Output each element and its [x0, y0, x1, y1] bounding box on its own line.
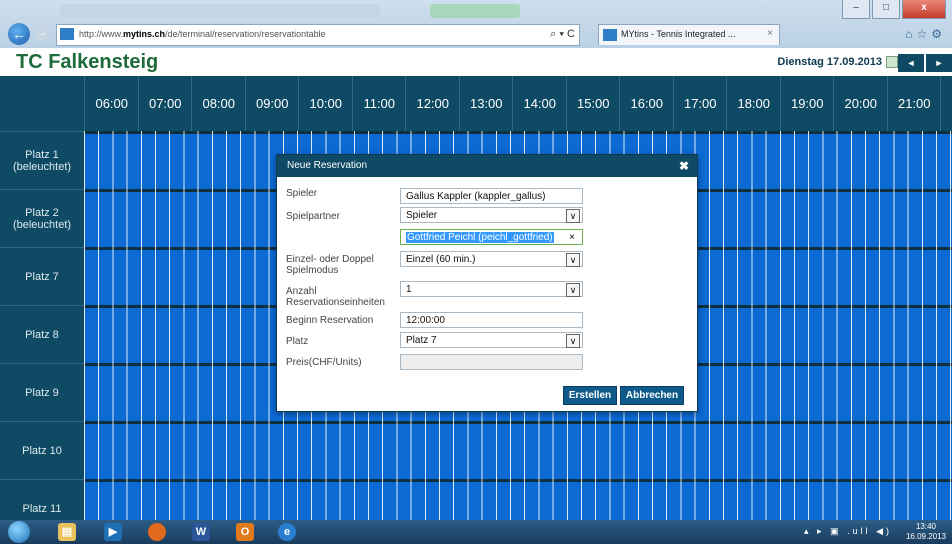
next-day-button[interactable]: ►	[926, 54, 952, 72]
internet-explorer-icon[interactable]: e	[278, 523, 296, 541]
court-row-label: Platz 9	[0, 363, 84, 422]
dialog-title: Neue Reservation	[287, 160, 368, 171]
court-row-label: Platz 10	[0, 421, 84, 480]
units-label-line1: Anzahl	[286, 286, 317, 297]
clock-date: 16.09.2013	[905, 532, 946, 541]
court-name: Platz 2	[25, 207, 59, 219]
new-reservation-dialog: Neue Reservation ✖ Spieler Gallus Kapple…	[276, 154, 698, 412]
blurred-title-area-2	[430, 4, 520, 18]
hour-header: 22:00	[940, 76, 952, 131]
hour-header: 19:00	[779, 76, 835, 131]
mode-label-line2: Spielmodus	[286, 265, 339, 276]
units-label-line2: Reservationseinheiten	[286, 297, 385, 308]
partner-label: Spielpartner	[286, 211, 340, 222]
hour-header: 17:00	[672, 76, 728, 131]
word-icon[interactable]: W	[192, 523, 210, 541]
hour-header: 18:00	[726, 76, 781, 131]
player-label: Spieler	[286, 188, 318, 199]
hour-header: 06:00	[84, 76, 139, 131]
units-label: Anzahl Reservationseinheiten	[286, 286, 385, 308]
blurred-title-area	[60, 4, 380, 18]
mode-label: Einzel- oder Doppel Spielmodus	[286, 254, 374, 276]
start-time-field[interactable]: 12:00:00	[400, 312, 583, 328]
price-field	[400, 354, 583, 370]
navigation-bar: ← → http://www.mytins.ch/de/terminal/res…	[0, 22, 952, 46]
home-favorites-settings-icons[interactable]: ⌂☆⚙	[905, 27, 946, 41]
window-controls: – □ x	[842, 0, 946, 19]
explorer-icon[interactable]: ▤	[58, 523, 76, 541]
tab-title: MYtins - Tennis Integrated ...	[621, 29, 736, 39]
hour-header: 12:00	[405, 76, 460, 131]
clear-partner-icon[interactable]: ×	[569, 230, 575, 246]
club-name: TC Falkensteig	[16, 51, 159, 73]
dialog-close-icon[interactable]: ✖	[679, 155, 689, 177]
date-navigation: ◄ ►	[898, 54, 952, 72]
site-favicon-icon	[60, 28, 74, 40]
price-label: Preis(CHF/Units)	[286, 357, 362, 368]
units-select[interactable]: 1	[400, 281, 583, 297]
mode-label-line1: Einzel- oder Doppel	[286, 254, 374, 265]
dialog-header: Neue Reservation ✖	[277, 155, 697, 177]
outlook-icon[interactable]: O	[236, 523, 254, 541]
hour-header: 10:00	[298, 76, 353, 131]
mode-select[interactable]: Einzel (60 min.)	[400, 251, 583, 267]
hour-header: 20:00	[833, 76, 888, 131]
minimize-button[interactable]: –	[842, 0, 870, 19]
create-button[interactable]: Erstellen	[563, 386, 617, 405]
address-tools[interactable]: ⌕ ▾ C	[550, 28, 575, 41]
hour-header: 11:00	[351, 76, 407, 131]
firefox-icon[interactable]	[148, 523, 166, 541]
calendar-icon[interactable]	[886, 56, 898, 69]
player-field[interactable]: Gallus Kappler (kappler_gallus)	[400, 188, 583, 204]
tab-favicon-icon	[603, 29, 617, 41]
hour-header: 08:00	[191, 76, 246, 131]
hour-header: 13:00	[458, 76, 514, 131]
browser-tab[interactable]: MYtins - Tennis Integrated ... ×	[598, 24, 780, 45]
browser-titlebar: – □ x ← → http://www.mytins.ch/de/termin…	[0, 0, 952, 48]
url-text: http://www.mytins.ch/de/terminal/reserva…	[79, 29, 326, 39]
partner-select[interactable]: Spieler	[400, 207, 583, 223]
hour-header: 15:00	[565, 76, 621, 131]
system-tray-icons[interactable]: ▴ ▸ ▣ .ull ◀)	[804, 526, 892, 537]
hour-header: 14:00	[512, 76, 567, 131]
start-time-label: Beginn Reservation	[286, 315, 374, 326]
court-note: (beleuchtet)	[12, 161, 72, 173]
tab-close-icon[interactable]: ×	[767, 28, 773, 39]
court-name: Platz 9	[25, 387, 59, 399]
court-name: Platz 11	[22, 503, 62, 515]
hour-header: 16:00	[619, 76, 674, 131]
court-name: Platz 10	[22, 445, 62, 457]
address-bar[interactable]: http://www.mytins.ch/de/terminal/reserva…	[56, 24, 580, 46]
previous-day-button[interactable]: ◄	[898, 54, 924, 72]
hour-header: 21:00	[886, 76, 942, 131]
court-label: Platz	[286, 336, 309, 347]
partner-name-field[interactable]: Gottfried Peichl (peichl_gottfried) ×	[400, 229, 583, 245]
court-name: Platz 1	[25, 149, 59, 161]
court-row-label: Platz 7	[0, 247, 84, 306]
hours-header: 06:00 07:00 08:00 09:00 10:00 11:00 12:00 13:00…	[0, 76, 952, 131]
start-button[interactable]	[8, 521, 30, 543]
current-date: Dienstag 17.09.2013	[777, 56, 882, 68]
taskbar-clock[interactable]: 13:40 16.09.2013	[906, 522, 946, 542]
cancel-button[interactable]: Abbrechen	[620, 386, 684, 405]
hour-header: 09:00	[244, 76, 300, 131]
clock-time: 13:40	[915, 522, 936, 531]
court-name: Platz 7	[25, 271, 59, 283]
court-row-label: Platz 2 (beleuchtet)	[0, 189, 84, 248]
hour-header: 07:00	[137, 76, 193, 131]
partner-name-text: Gottfried Peichl (peichl_gottfried)	[406, 232, 554, 243]
court-select[interactable]: Platz 7	[400, 332, 583, 348]
maximize-button[interactable]: □	[872, 0, 900, 19]
forward-button[interactable]: →	[34, 26, 50, 42]
court-name: Platz 8	[25, 329, 59, 341]
media-player-icon[interactable]: ▶	[104, 523, 122, 541]
court-row-label: Platz 1 (beleuchtet)	[0, 131, 84, 190]
court-row-label: Platz 8	[0, 305, 84, 364]
window-close-button[interactable]: x	[902, 0, 946, 19]
date-display: Dienstag 17.09.2013	[777, 56, 898, 69]
windows-taskbar: ▤ ▶ W O e ▴ ▸ ▣ .ull ◀) 13:40 16.09.2013	[0, 520, 952, 544]
court-note: (beleuchtet)	[12, 219, 72, 231]
app-header: TC Falkensteig Dienstag 17.09.2013 ◄ ►	[0, 48, 952, 76]
back-button[interactable]: ←	[8, 23, 30, 45]
